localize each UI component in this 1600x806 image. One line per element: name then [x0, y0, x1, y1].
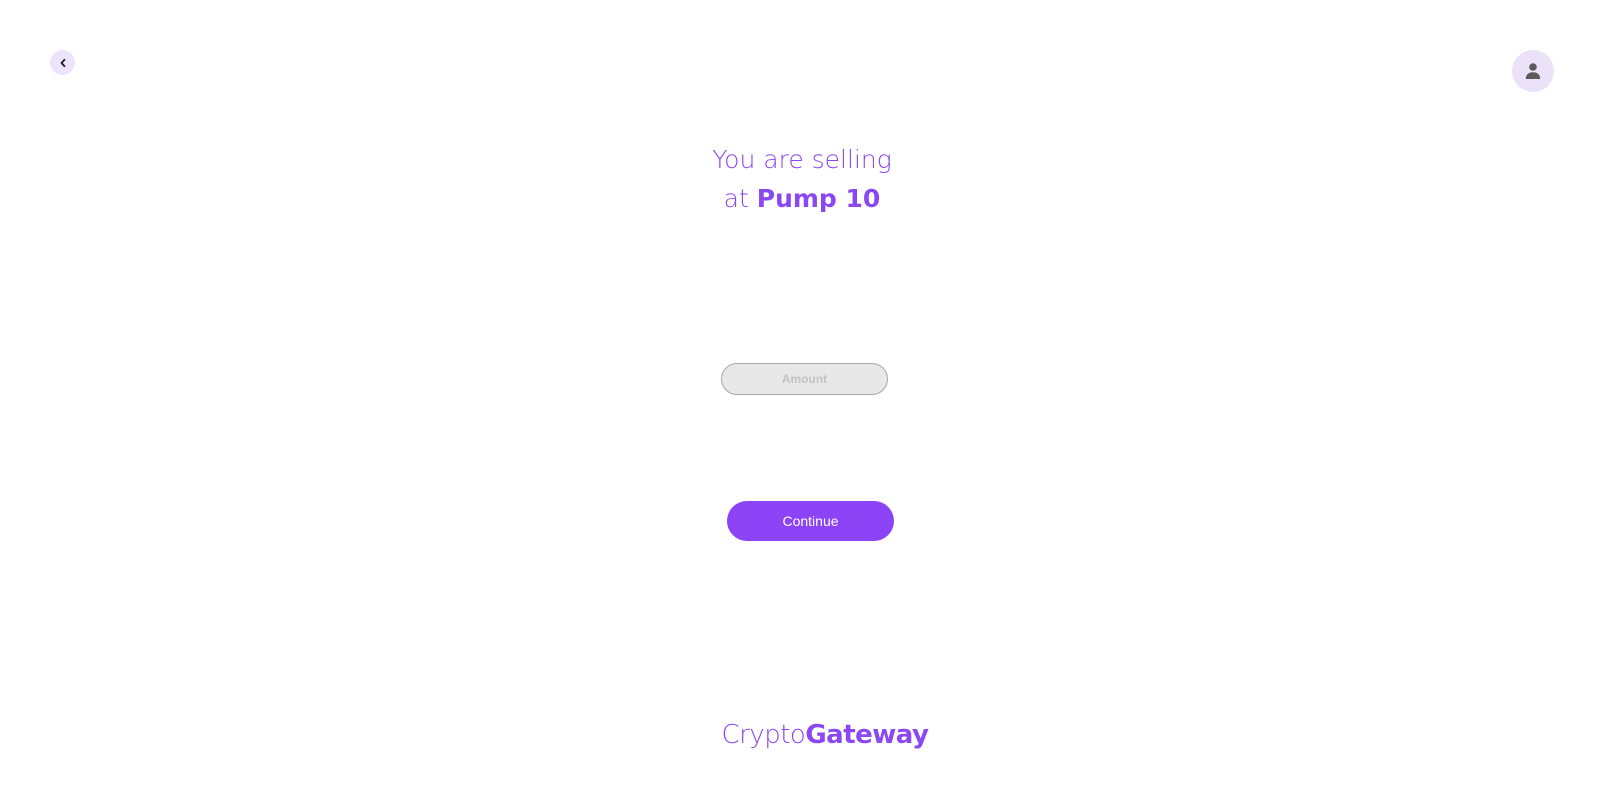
sell-page: You are selling at Pump 10 Continue Cryp…	[0, 0, 1600, 806]
pump-name: Pump 10	[756, 184, 881, 213]
amount-input[interactable]	[721, 363, 888, 395]
heading-prefix: at	[723, 184, 757, 213]
chevron-left-icon	[58, 58, 68, 68]
crypto-gateway-logo: CryptoGateway	[700, 717, 950, 753]
back-button[interactable]	[50, 50, 75, 75]
logo-text-crypto: Crypto	[721, 720, 806, 750]
profile-button[interactable]	[1512, 50, 1554, 92]
logo-text-gateway: Gateway	[805, 720, 929, 750]
heading-line-1: You are selling	[712, 145, 892, 174]
continue-button[interactable]: Continue	[727, 501, 894, 541]
user-icon	[1524, 62, 1542, 80]
page-heading: You are selling at Pump 10	[600, 140, 1004, 218]
heading-line-2: at Pump 10	[600, 179, 1004, 218]
